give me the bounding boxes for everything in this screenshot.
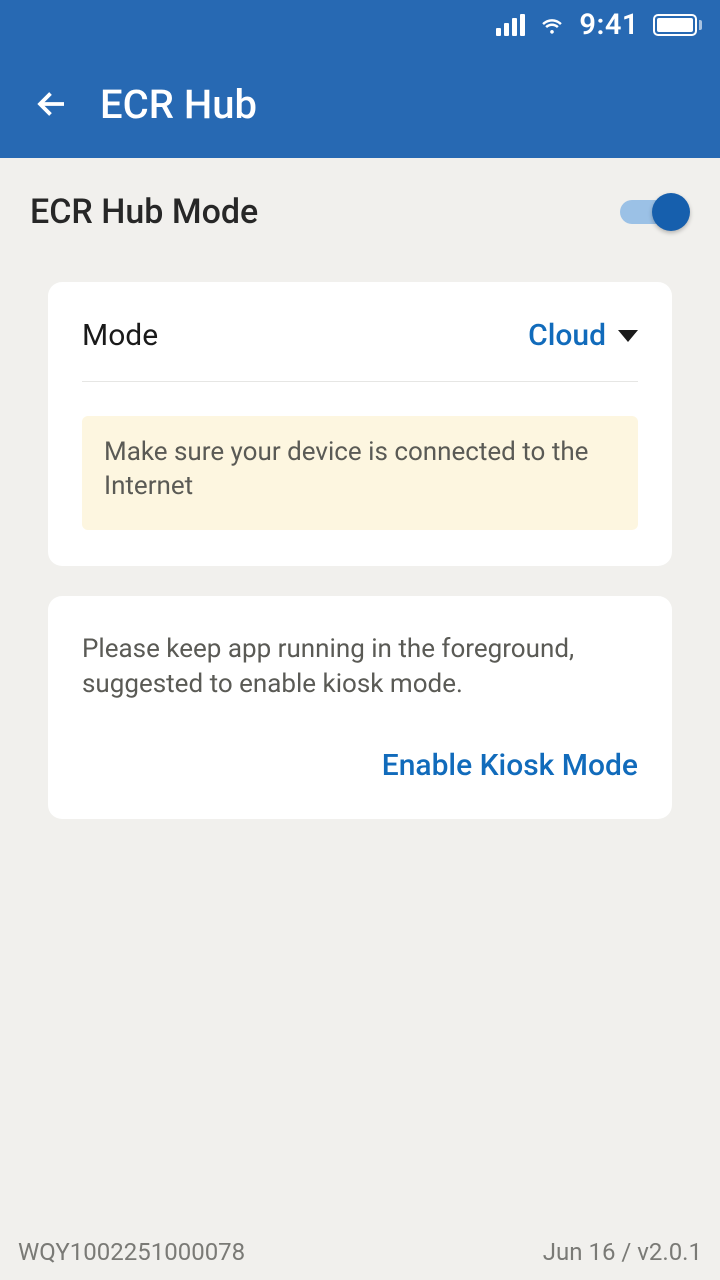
chevron-down-icon <box>618 330 638 342</box>
mode-label: Mode <box>82 318 158 353</box>
mode-value: Cloud <box>528 318 606 353</box>
app-bar: ECR Hub <box>0 50 720 158</box>
ecr-hub-mode-toggle[interactable] <box>620 193 690 231</box>
footer: WQY1002251000078 Jun 16 / v2.0.1 <box>0 1228 720 1280</box>
wifi-icon <box>539 12 565 38</box>
page-title: ECR Hub <box>100 81 257 128</box>
kiosk-message: Please keep app running in the foregroun… <box>82 632 638 702</box>
kiosk-card: Please keep app running in the foregroun… <box>48 596 672 819</box>
battery-icon <box>653 14 702 36</box>
mode-selector[interactable]: Mode Cloud <box>82 318 638 382</box>
signal-icon <box>496 14 525 36</box>
section-header: ECR Hub Mode <box>0 158 720 252</box>
section-title: ECR Hub Mode <box>30 192 258 232</box>
back-button[interactable] <box>30 82 74 126</box>
status-time: 9:41 <box>579 8 639 42</box>
mode-card: Mode Cloud Make sure your device is conn… <box>48 282 672 566</box>
network-notice: Make sure your device is connected to th… <box>82 416 638 530</box>
device-serial: WQY1002251000078 <box>18 1238 245 1266</box>
enable-kiosk-mode-link[interactable]: Enable Kiosk Mode <box>382 748 638 783</box>
status-bar: 9:41 <box>0 0 720 50</box>
arrow-left-icon <box>34 86 70 122</box>
date-version: Jun 16 / v2.0.1 <box>543 1238 702 1266</box>
